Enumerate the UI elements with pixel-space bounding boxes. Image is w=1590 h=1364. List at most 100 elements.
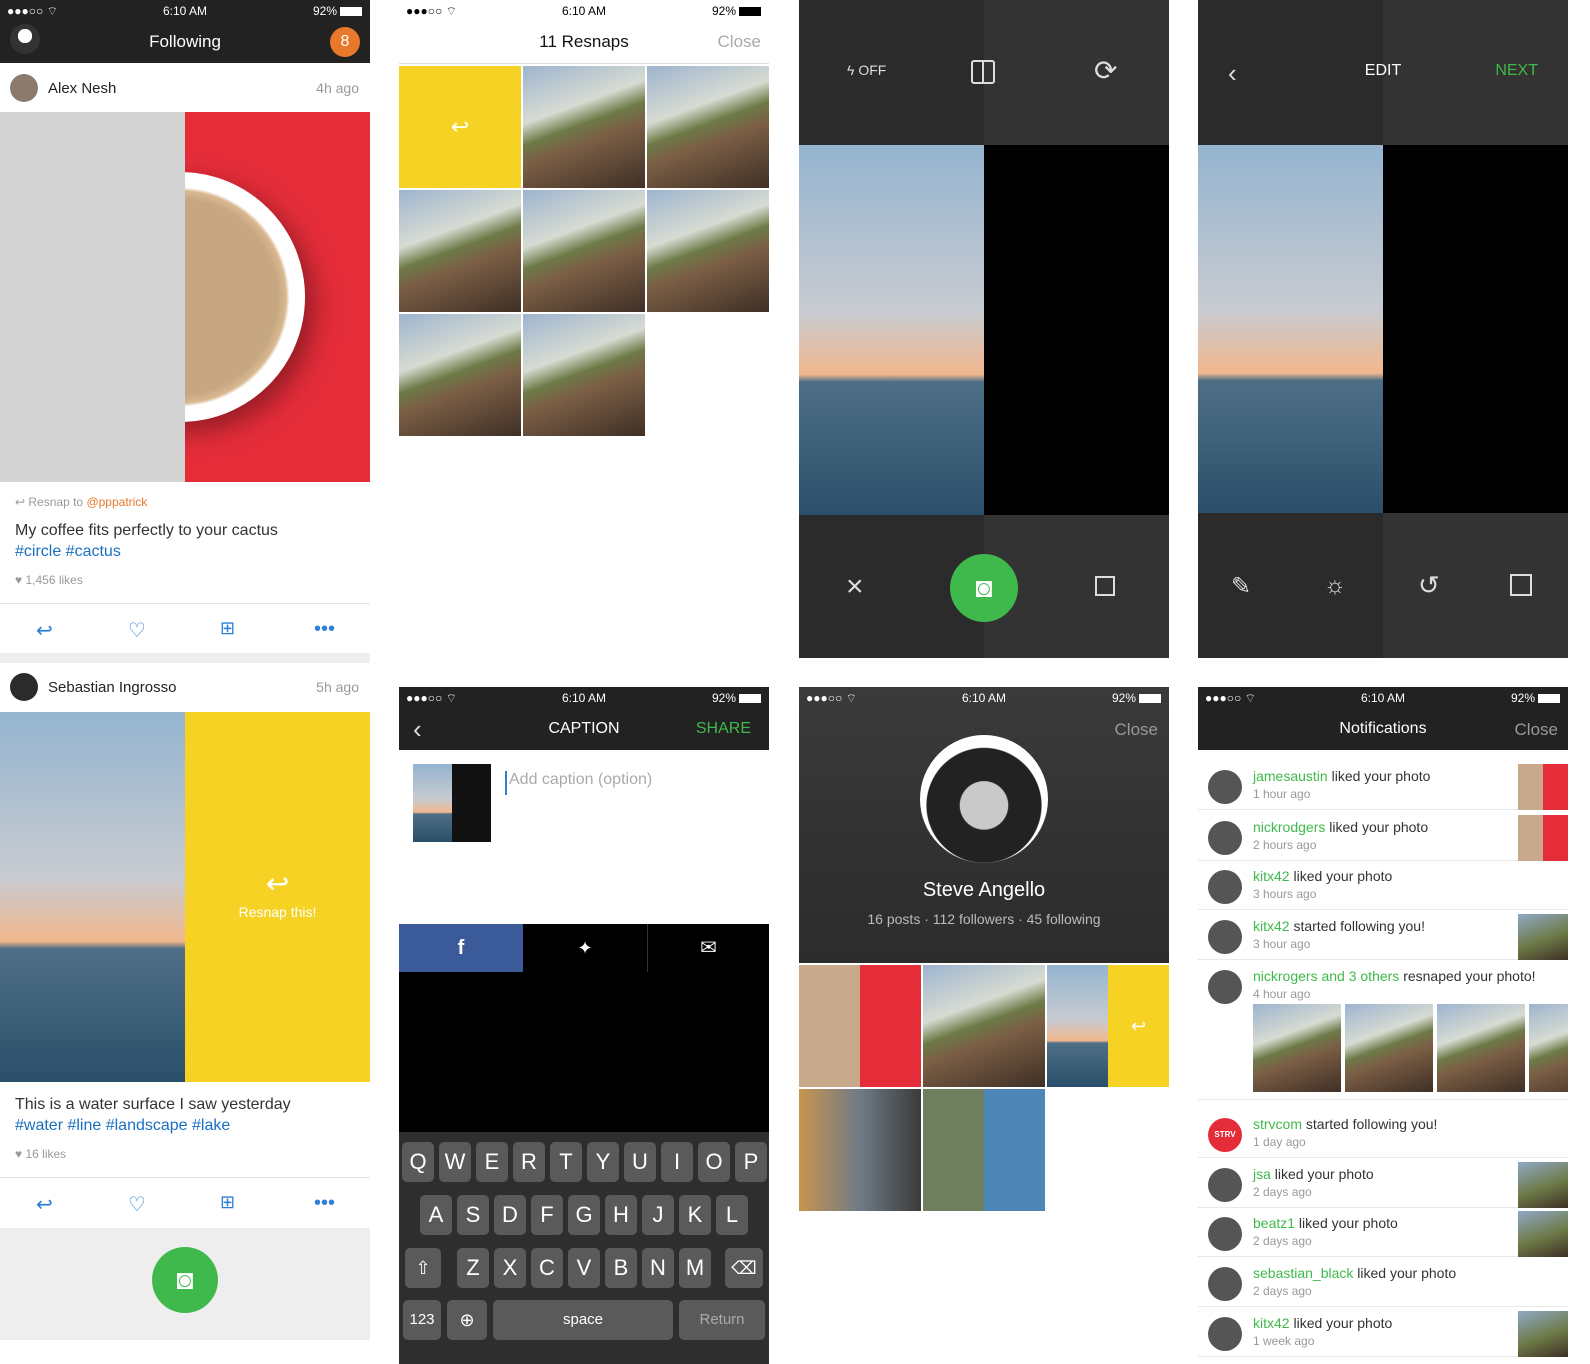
key-b[interactable]: B [605,1248,637,1288]
close-button[interactable]: Close [1115,720,1158,740]
more-icon[interactable]: ••• [314,1192,335,1215]
profile-photo-tile[interactable] [923,1089,1045,1211]
key-l[interactable]: L [716,1195,748,1235]
notification-row[interactable]: kitx42 started following you! 3 hour ago [1198,910,1568,960]
resnap-tile[interactable] [523,190,645,312]
resnap-tile[interactable] [399,314,521,436]
grid-icon[interactable]: ⊞ [220,618,235,639]
share-arrow-icon[interactable]: ↩ [36,618,53,643]
brush-icon[interactable]: ✎ [1231,572,1251,601]
key-e[interactable]: E [476,1142,508,1182]
avatar[interactable] [1208,1317,1242,1351]
grid-icon[interactable]: ⊞ [220,1192,235,1213]
notification-thumbnail[interactable] [1518,914,1568,960]
delete-icon[interactable]: ⌫ [725,1248,763,1288]
caption-input[interactable]: Add caption (option) [505,771,755,795]
resnap-tile[interactable] [523,314,645,436]
facebook-share[interactable]: f [399,924,523,972]
avatar[interactable] [1208,920,1242,954]
resnap-tile[interactable] [647,190,769,312]
twitter-share[interactable]: ✦ [523,924,647,972]
notification-user[interactable]: kitx42 [1253,1315,1290,1331]
notification-user[interactable]: kitx42 [1253,918,1290,934]
notification-user[interactable]: nickrogers and 3 others [1253,968,1399,984]
notification-row[interactable]: nickrogers and 3 others resnaped your ph… [1198,960,1568,1100]
key-m[interactable]: M [679,1248,711,1288]
notification-user[interactable]: sebastian_black [1253,1265,1353,1281]
avatar[interactable] [10,673,38,701]
return-key[interactable]: Return [679,1300,765,1340]
rotate-icon[interactable]: ↺ [1418,570,1440,601]
notification-row[interactable]: beatz1 liked your photo 2 days ago [1198,1207,1568,1257]
resnap-original-tile[interactable]: ↩ [399,66,521,188]
notification-user[interactable]: strvcom [1253,1116,1302,1132]
key-y[interactable]: Y [587,1142,619,1182]
notification-user[interactable]: beatz1 [1253,1215,1295,1231]
crop-icon[interactable] [1510,574,1532,596]
key-v[interactable]: V [568,1248,600,1288]
notification-row[interactable]: jsa liked your photo 2 days ago [1198,1158,1568,1208]
notification-thumbnail[interactable] [1518,1311,1568,1357]
notification-thumbnail[interactable] [1518,764,1568,810]
flash-toggle[interactable]: ϟ OFF [847,62,886,78]
resnap-thumbnail[interactable] [1437,1004,1525,1092]
key-g[interactable]: G [568,1195,600,1235]
camera-button[interactable]: ◙ [152,1247,218,1313]
shift-icon[interactable]: ⇧ [405,1248,441,1288]
key-d[interactable]: D [494,1195,526,1235]
avatar[interactable] [1208,870,1242,904]
notification-user[interactable]: jsa [1253,1166,1271,1182]
key-s[interactable]: S [457,1195,489,1235]
close-icon[interactable]: × [846,570,864,604]
next-button[interactable]: NEXT [1495,62,1538,80]
profile-photo-tile[interactable] [799,965,921,1087]
notification-row[interactable]: STRV strvcom started following you! 1 day … [1198,1108,1568,1158]
number-key[interactable]: 123 [403,1300,441,1340]
key-p[interactable]: P [735,1142,767,1182]
share-arrow-icon[interactable]: ↩ [36,1192,53,1217]
share-button[interactable]: SHARE [696,720,751,738]
avatar[interactable] [10,74,38,102]
notification-row[interactable]: kitx42 liked your photo 1 week ago [1198,1307,1568,1357]
key-h[interactable]: H [605,1195,637,1235]
post-tags[interactable]: #circle #cactus [15,543,121,561]
profile-photo-tile[interactable] [799,1089,921,1211]
key-n[interactable]: N [642,1248,674,1288]
key-a[interactable]: A [420,1195,452,1235]
profile-photo-tile[interactable]: ↩ [1047,965,1169,1087]
post-image[interactable] [0,112,370,482]
post-tags[interactable]: #water #line #landscape #lake [15,1117,230,1135]
notification-user[interactable]: nickrodgers [1253,819,1325,835]
avatar[interactable] [1208,821,1242,855]
heart-icon[interactable]: ♡ [128,1192,146,1217]
notification-row[interactable]: jamesaustin liked your photo 1 hour ago [1198,760,1568,810]
key-c[interactable]: C [531,1248,563,1288]
close-button[interactable]: Close [1515,720,1558,740]
avatar[interactable] [1208,770,1242,804]
avatar[interactable] [1208,1267,1242,1301]
camera-viewfinder-empty[interactable] [984,145,1169,515]
avatar[interactable] [1208,1168,1242,1202]
notification-thumbnail[interactable] [1518,1162,1568,1208]
post-username[interactable]: Alex Nesh [48,80,116,97]
key-k[interactable]: K [679,1195,711,1235]
resnap-thumbnail[interactable] [1529,1004,1568,1092]
key-u[interactable]: U [624,1142,656,1182]
profile-photo-tile[interactable] [923,965,1045,1087]
layers-icon[interactable] [1095,576,1115,596]
key-j[interactable]: J [642,1195,674,1235]
key-f[interactable]: F [531,1195,563,1235]
notification-row[interactable]: nickrodgers liked your photo 2 hours ago [1198,811,1568,861]
resnap-thumbnail[interactable] [1253,1004,1341,1092]
shutter-button[interactable]: ◙ [950,554,1018,622]
notification-user[interactable]: jamesaustin [1253,768,1328,784]
layout-icon[interactable] [971,60,995,84]
notification-user[interactable]: kitx42 [1253,868,1290,884]
notification-row[interactable]: kitx42 liked your photo 3 hours ago [1198,860,1568,910]
resnap-tile[interactable] [647,66,769,188]
key-z[interactable]: Z [457,1248,489,1288]
notification-thumbnail[interactable] [1518,1211,1568,1257]
key-q[interactable]: Q [402,1142,434,1182]
key-t[interactable]: T [550,1142,582,1182]
resnap-tile[interactable] [399,190,521,312]
